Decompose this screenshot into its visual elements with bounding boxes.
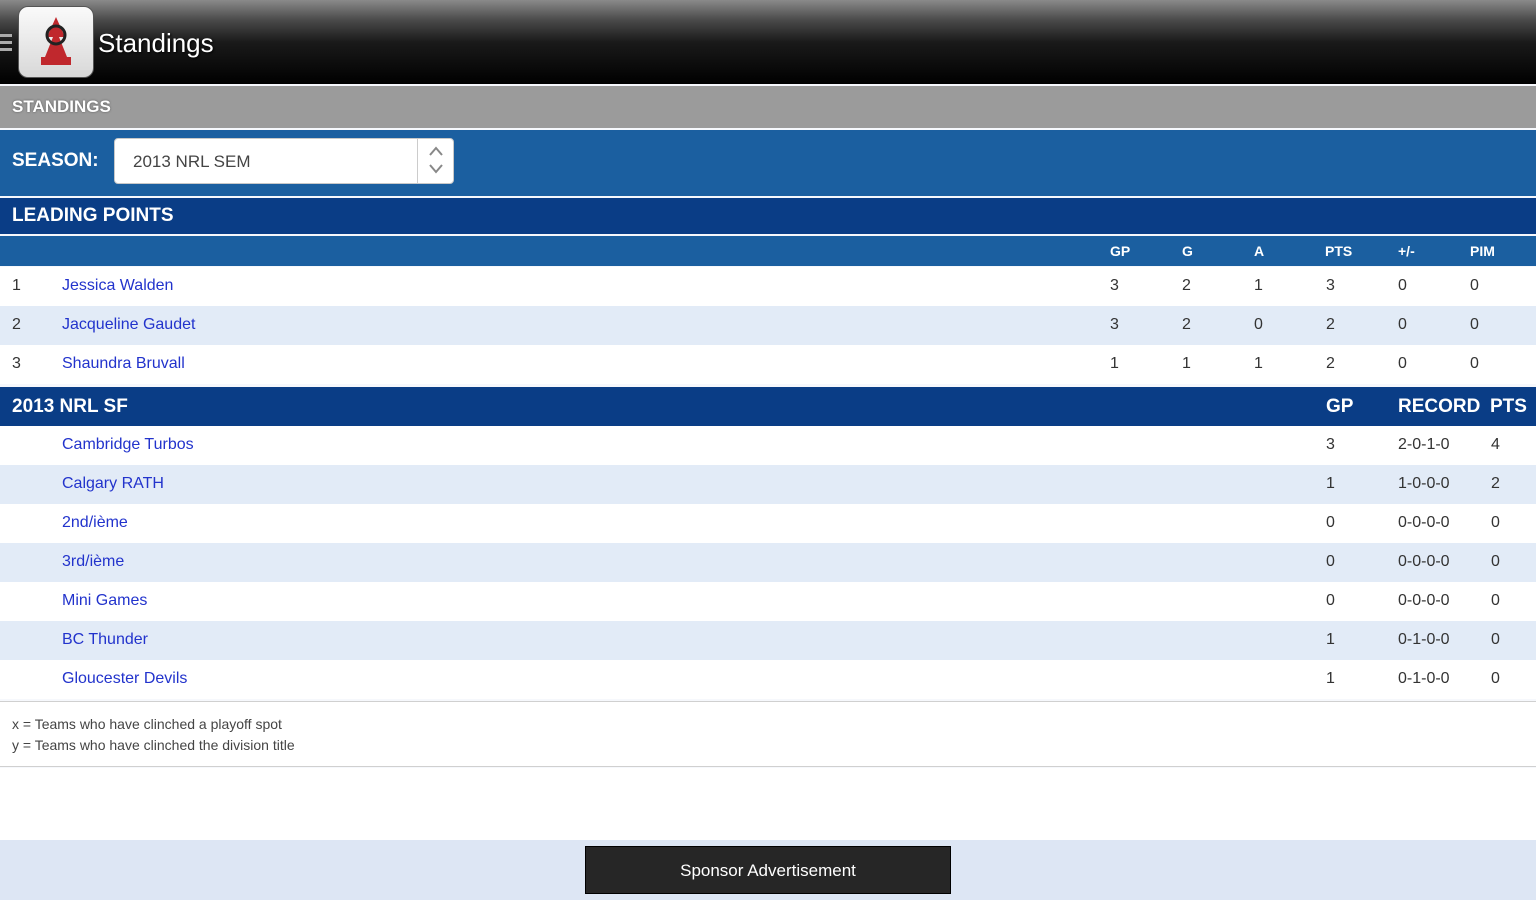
col-a: A (1254, 243, 1265, 259)
cell-record: 1-0-0-0 (1398, 475, 1450, 492)
cell-record: 0-0-0-0 (1398, 514, 1450, 531)
cell-gp: 1 (1326, 475, 1335, 492)
cell-gp: 3 (1326, 436, 1335, 453)
team-link[interactable]: 3rd/ième (62, 553, 124, 571)
cell-gp: 0 (1326, 553, 1335, 570)
table-row: 2 Jacqueline Gaudet 3 2 0 2 0 0 (0, 306, 1536, 345)
table-row: 2nd/ième 0 0-0-0-0 0 (0, 504, 1536, 543)
table-row: BC Thunder 1 0-1-0-0 0 (0, 621, 1536, 660)
player-link[interactable]: Jessica Walden (62, 277, 173, 295)
group-title: 2013 NRL SF (12, 396, 128, 417)
team-link[interactable]: 2nd/ième (62, 514, 128, 532)
leading-points-title: LEADING POINTS (0, 198, 1536, 234)
table-row: 3rd/ième 0 0-0-0-0 0 (0, 543, 1536, 582)
table-row: Cambridge Turbos 3 2-0-1-0 4 (0, 426, 1536, 465)
cell-a: 1 (1254, 277, 1263, 294)
col-gp: GP (1110, 243, 1131, 259)
rank: 3 (12, 355, 21, 372)
table-row: Calgary RATH 1 1-0-0-0 2 (0, 465, 1536, 504)
season-label: SEASON: (12, 150, 99, 171)
rank: 1 (12, 277, 21, 294)
leading-points-header: GP G A PTS +/- PIM (0, 236, 1536, 266)
col-pim: PIM (1470, 243, 1495, 259)
cell-a: 1 (1254, 355, 1263, 372)
cell-pts: 3 (1326, 277, 1335, 294)
table-row: 3 Shaundra Bruvall 1 1 1 2 0 0 (0, 345, 1536, 384)
cell-record: 0-0-0-0 (1398, 592, 1450, 609)
cell-pts: 4 (1491, 436, 1500, 453)
cell-plus-minus: 0 (1398, 277, 1407, 294)
cell-pts: 2 (1491, 475, 1500, 492)
table-row: Mini Games 0 0-0-0-0 0 (0, 582, 1536, 621)
cell-pts: 0 (1491, 553, 1500, 570)
col-pts: PTS (1325, 243, 1353, 259)
cell-pts: 2 (1326, 316, 1335, 333)
cell-pts: 0 (1491, 670, 1500, 687)
cell-gp: 1 (1110, 355, 1119, 372)
col-record: RECORD (1398, 396, 1481, 417)
rank: 2 (12, 316, 21, 333)
season-select-value: 2013 NRL SEM (133, 152, 251, 171)
league-logo-icon (41, 17, 71, 65)
group-header: 2013 NRL SF GP RECORD PTS (0, 387, 1536, 426)
sponsor-advertisement-button[interactable]: Sponsor Advertisement (585, 846, 951, 894)
app-title: Standings (98, 28, 214, 58)
cell-gp: 0 (1326, 592, 1335, 609)
cell-record: 0-0-0-0 (1398, 553, 1450, 570)
legend-y: y = Teams who have clinched the division… (12, 737, 295, 753)
cell-record: 2-0-1-0 (1398, 436, 1450, 453)
cell-plus-minus: 0 (1398, 316, 1407, 333)
team-link[interactable]: Mini Games (62, 592, 147, 610)
col-plus-minus: +/- (1398, 243, 1415, 259)
leading-points-list: 1 Jessica Walden 3 2 1 3 0 0 2 Jacquelin… (0, 267, 1536, 384)
table-row: Gloucester Devils 1 0-1-0-0 0 (0, 660, 1536, 699)
blank-area (0, 768, 1536, 840)
cell-g: 2 (1182, 316, 1191, 333)
cell-pts: 0 (1491, 631, 1500, 648)
cell-pim: 0 (1470, 277, 1479, 294)
cell-g: 2 (1182, 277, 1191, 294)
cell-a: 0 (1254, 316, 1263, 333)
table-row: 1 Jessica Walden 3 2 1 3 0 0 (0, 267, 1536, 306)
cell-plus-minus: 0 (1398, 355, 1407, 372)
cell-g: 1 (1182, 355, 1191, 372)
cell-gp: 0 (1326, 514, 1335, 531)
col-g: G (1182, 243, 1193, 259)
team-link[interactable]: BC Thunder (62, 631, 148, 649)
cell-pts: 2 (1326, 355, 1335, 372)
cell-pts: 0 (1491, 592, 1500, 609)
col-gp: GP (1326, 396, 1354, 417)
cell-gp: 1 (1326, 670, 1335, 687)
cell-gp: 3 (1110, 277, 1119, 294)
cell-record: 0-1-0-0 (1398, 670, 1450, 687)
team-link[interactable]: Calgary RATH (62, 475, 164, 493)
chevron-up-down-icon[interactable] (417, 139, 453, 183)
player-link[interactable]: Jacqueline Gaudet (62, 316, 195, 334)
app-bar: Standings (0, 0, 1536, 84)
cell-pim: 0 (1470, 316, 1479, 333)
cell-record: 0-1-0-0 (1398, 631, 1450, 648)
team-link[interactable]: Cambridge Turbos (62, 436, 194, 454)
app-logo[interactable] (18, 6, 94, 78)
player-link[interactable]: Shaundra Bruvall (62, 355, 185, 373)
cell-gp: 1 (1326, 631, 1335, 648)
cell-pim: 0 (1470, 355, 1479, 372)
team-link[interactable]: Gloucester Devils (62, 670, 187, 688)
standings-legend: x = Teams who have clinched a playoff sp… (0, 701, 1536, 767)
cell-pts: 0 (1491, 514, 1500, 531)
season-select[interactable]: 2013 NRL SEM (114, 138, 454, 184)
cell-gp: 3 (1110, 316, 1119, 333)
col-pts: PTS (1490, 396, 1527, 417)
menu-icon[interactable] (0, 34, 12, 52)
standings-list: Cambridge Turbos 3 2-0-1-0 4 Calgary RAT… (0, 426, 1536, 699)
legend-x: x = Teams who have clinched a playoff sp… (12, 716, 282, 732)
section-header: STANDINGS (0, 86, 1536, 128)
